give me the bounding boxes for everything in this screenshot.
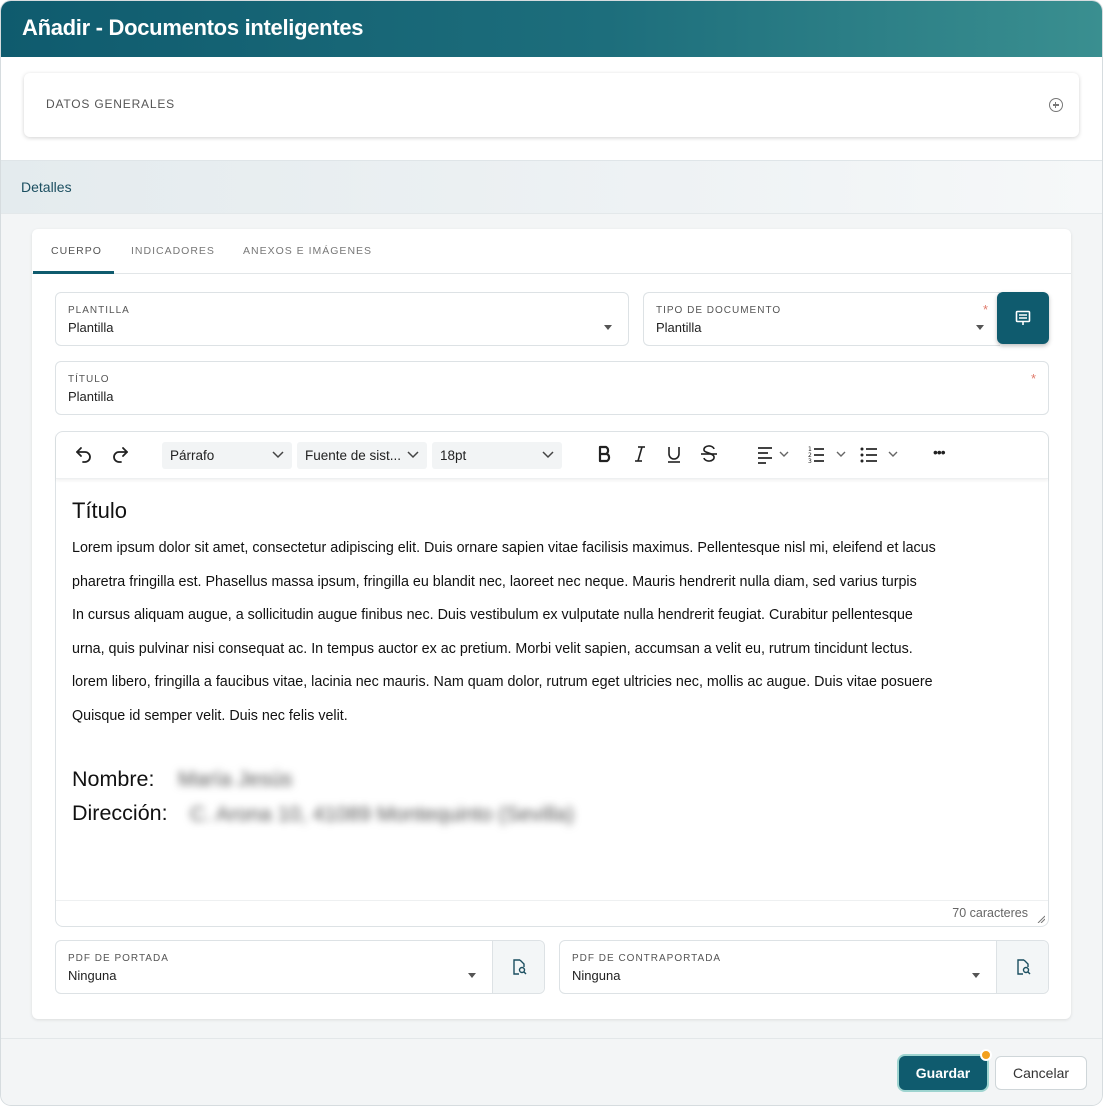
resize-handle-icon[interactable] <box>1037 915 1045 923</box>
rich-text-editor: Párrafo Fuente de sist... 18pt 1 2 3 •••… <box>55 431 1049 927</box>
plantilla-select[interactable]: PLANTILLA Plantilla <box>55 292 629 346</box>
tipo-documento-select[interactable]: TIPO DE DOCUMENTO Plantilla * <box>643 292 1000 346</box>
tab-anexos-imagenes[interactable]: ANEXOS E IMÁGENES <box>243 245 372 257</box>
pdf-contraportada-value: Ninguna <box>572 968 621 983</box>
font-family-value: Fuente de sist... <box>305 448 402 463</box>
general-data-panel[interactable]: DATOS GENERALES <box>24 73 1079 137</box>
unsaved-indicator-badge <box>980 1049 992 1061</box>
direccion-label: Dirección: <box>72 801 168 825</box>
plantilla-label: PLANTILLA <box>68 305 130 316</box>
general-data-label: DATOS GENERALES <box>46 97 175 111</box>
underline-icon[interactable] <box>665 444 683 464</box>
editor-status-bar: 70 caracteres <box>56 900 1048 926</box>
caret-down-icon <box>972 973 980 978</box>
chevron-down-icon <box>542 451 554 459</box>
align-left-icon[interactable] <box>756 444 792 464</box>
pdf-contraportada-label: PDF DE CONTRAPORTADA <box>572 953 722 964</box>
pdf-portada-label: PDF DE PORTADA <box>68 953 169 964</box>
bold-icon[interactable] <box>596 444 614 464</box>
more-options-icon[interactable]: ••• <box>933 444 946 460</box>
document-line: In cursus aliquam augue, a sollicitudin … <box>72 607 913 624</box>
save-button[interactable]: Guardar <box>899 1056 987 1090</box>
caret-down-icon <box>468 973 476 978</box>
character-count: 70 caracteres <box>952 906 1028 920</box>
form-edit-icon <box>1015 310 1031 325</box>
tab-cuerpo[interactable]: CUERPO <box>51 245 102 257</box>
file-search-icon <box>513 959 527 975</box>
document-line: Lorem ipsum dolor sit amet, consectetur … <box>72 540 936 556</box>
titulo-field[interactable]: TÍTULO Plantilla * <box>55 361 1049 415</box>
strikethrough-icon[interactable] <box>699 444 719 464</box>
font-family-select[interactable]: Fuente de sist... <box>297 442 427 469</box>
font-size-value: 18pt <box>440 448 467 463</box>
caret-down-icon <box>604 325 612 330</box>
block-format-value: Párrafo <box>170 448 215 463</box>
required-mark: * <box>982 302 988 317</box>
active-tab-indicator <box>33 271 114 274</box>
redo-icon[interactable] <box>110 444 130 464</box>
chevron-down-icon <box>407 451 419 459</box>
chevron-down-icon <box>272 451 284 459</box>
circle-plus-icon[interactable] <box>1049 98 1063 112</box>
file-search-icon <box>1017 959 1031 975</box>
plantilla-value: Plantilla <box>68 320 114 335</box>
pdf-portada-select[interactable]: PDF DE PORTADA Ninguna <box>55 940 545 994</box>
pdf-portada-value: Ninguna <box>68 968 117 983</box>
caret-down-icon <box>976 325 984 330</box>
italic-icon[interactable] <box>631 444 649 464</box>
numbered-list-icon[interactable]: 1 2 3 <box>807 444 849 464</box>
details-label: Detalles <box>21 179 72 195</box>
preview-pdf-portada-button[interactable] <box>492 941 544 993</box>
dialog: Añadir - Documentos inteligentes DATOS G… <box>1 1 1102 1105</box>
direccion-value: C. Arona 10, 41089 Montequinto (Sevilla) <box>190 803 575 826</box>
details-section-header: Detalles <box>1 160 1102 214</box>
required-mark: * <box>1030 371 1036 386</box>
document-title: Título <box>72 498 128 523</box>
dialog-footer: Guardar Cancelar <box>1 1038 1102 1105</box>
titulo-label: TÍTULO <box>68 374 110 385</box>
block-format-select[interactable]: Párrafo <box>162 442 292 469</box>
dialog-header: Añadir - Documentos inteligentes <box>1 1 1102 57</box>
undo-icon[interactable] <box>74 444 94 464</box>
titulo-value[interactable]: Plantilla <box>68 389 114 404</box>
editor-toolbar: Párrafo Fuente de sist... 18pt 1 2 3 ••• <box>56 432 1048 479</box>
document-line: Quisque id semper velit. Duis nec felis … <box>72 707 348 724</box>
details-card: CUERPO INDICADORES ANEXOS E IMÁGENES PLA… <box>32 229 1071 1019</box>
tab-indicadores[interactable]: INDICADORES <box>131 245 215 257</box>
svg-text:3: 3 <box>808 458 812 464</box>
tab-bar: CUERPO INDICADORES ANEXOS E IMÁGENES <box>32 229 1071 274</box>
preview-pdf-contraportada-button[interactable] <box>996 941 1048 993</box>
bullet-list-icon[interactable] <box>859 444 901 464</box>
pdf-contraportada-select[interactable]: PDF DE CONTRAPORTADA Ninguna <box>559 940 1049 994</box>
nombre-label: Nombre: <box>72 767 155 791</box>
tipo-documento-value: Plantilla <box>656 320 702 335</box>
cancel-button[interactable]: Cancelar <box>995 1056 1087 1090</box>
edit-document-type-button[interactable] <box>997 292 1049 344</box>
document-content[interactable]: Título Lorem ipsum dolor sit amet, conse… <box>72 498 1037 734</box>
font-size-select[interactable]: 18pt <box>432 442 562 469</box>
tipo-documento-label: TIPO DE DOCUMENTO <box>656 305 782 316</box>
document-line: urna, quis pulvinar nisi consequat ac. I… <box>72 640 913 657</box>
document-line: lorem libero, fringilla a faucibus vitae… <box>72 674 933 691</box>
dialog-title: Añadir - Documentos inteligentes <box>22 15 364 40</box>
document-line: pharetra fringilla est. Phasellus massa … <box>72 573 917 590</box>
nombre-value: María Jesús <box>178 768 293 791</box>
